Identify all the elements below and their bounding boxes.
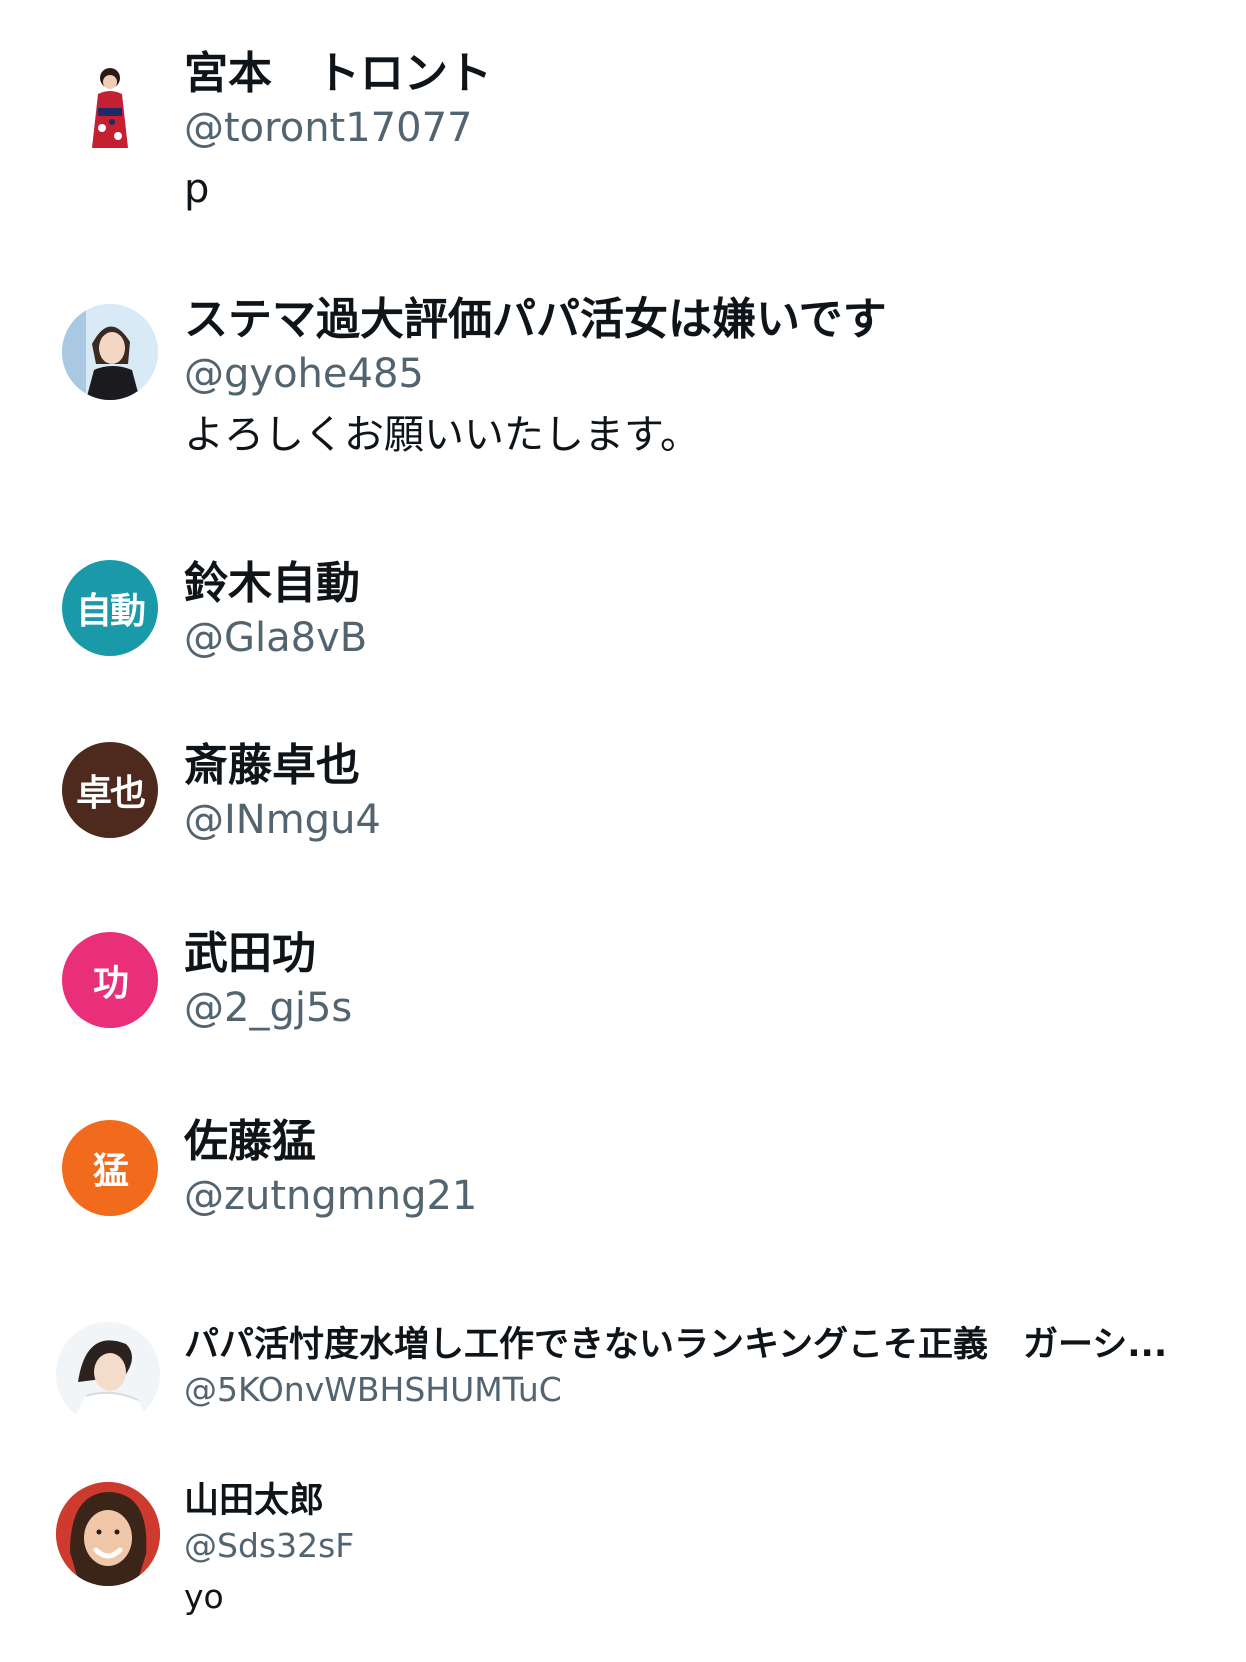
- initials-avatar[interactable]: 猛: [62, 1120, 158, 1216]
- display-name: 佐藤猛: [184, 1116, 316, 1167]
- user-handle: @Sds32sF: [184, 1526, 355, 1565]
- user-handle: @INmgu4: [184, 797, 381, 843]
- display-name: 鈴木自動: [184, 558, 360, 609]
- initials-avatar[interactable]: 功: [62, 932, 158, 1028]
- user-handle: @zutngmng21: [184, 1173, 478, 1219]
- avatar-initials: 卓也: [75, 773, 146, 814]
- woman-photo-avatar[interactable]: [56, 1322, 160, 1426]
- user-bio: yo: [184, 1577, 224, 1616]
- user-handle: @gyohe485: [184, 351, 424, 397]
- kimono-person-avatar[interactable]: [62, 56, 158, 152]
- initials-avatar[interactable]: 自動: [62, 560, 158, 656]
- smiling-woman-photo-avatar[interactable]: [56, 1482, 160, 1586]
- initials-avatar[interactable]: 卓也: [62, 742, 158, 838]
- user-bio: p: [184, 166, 210, 212]
- display-name: 宮本 トロント: [184, 48, 492, 99]
- user-handle: @toront17077: [184, 105, 473, 151]
- user-bio: よろしくお願いいたします。: [184, 412, 700, 458]
- user-handle: @5KOnvWBHSHUMTuC: [184, 1370, 562, 1409]
- display-name: 斎藤卓也: [184, 740, 360, 791]
- user-handle: @2_gj5s: [184, 985, 353, 1031]
- display-name: 武田功: [184, 928, 316, 979]
- display-name: 山田太郎: [184, 1481, 325, 1521]
- user-handle: @Gla8vB: [184, 615, 368, 661]
- woman-photo-avatar[interactable]: [62, 304, 158, 400]
- display-name: パパ活忖度水増し工作できないランキングこそ正義 ガーシ...: [184, 1325, 1168, 1365]
- avatar-initials: 猛: [92, 1151, 129, 1192]
- avatar-initials: 自動: [75, 591, 146, 632]
- avatar-initials: 功: [92, 963, 129, 1004]
- display-name: ステマ過大評価パパ活女は嫌いです: [184, 294, 887, 345]
